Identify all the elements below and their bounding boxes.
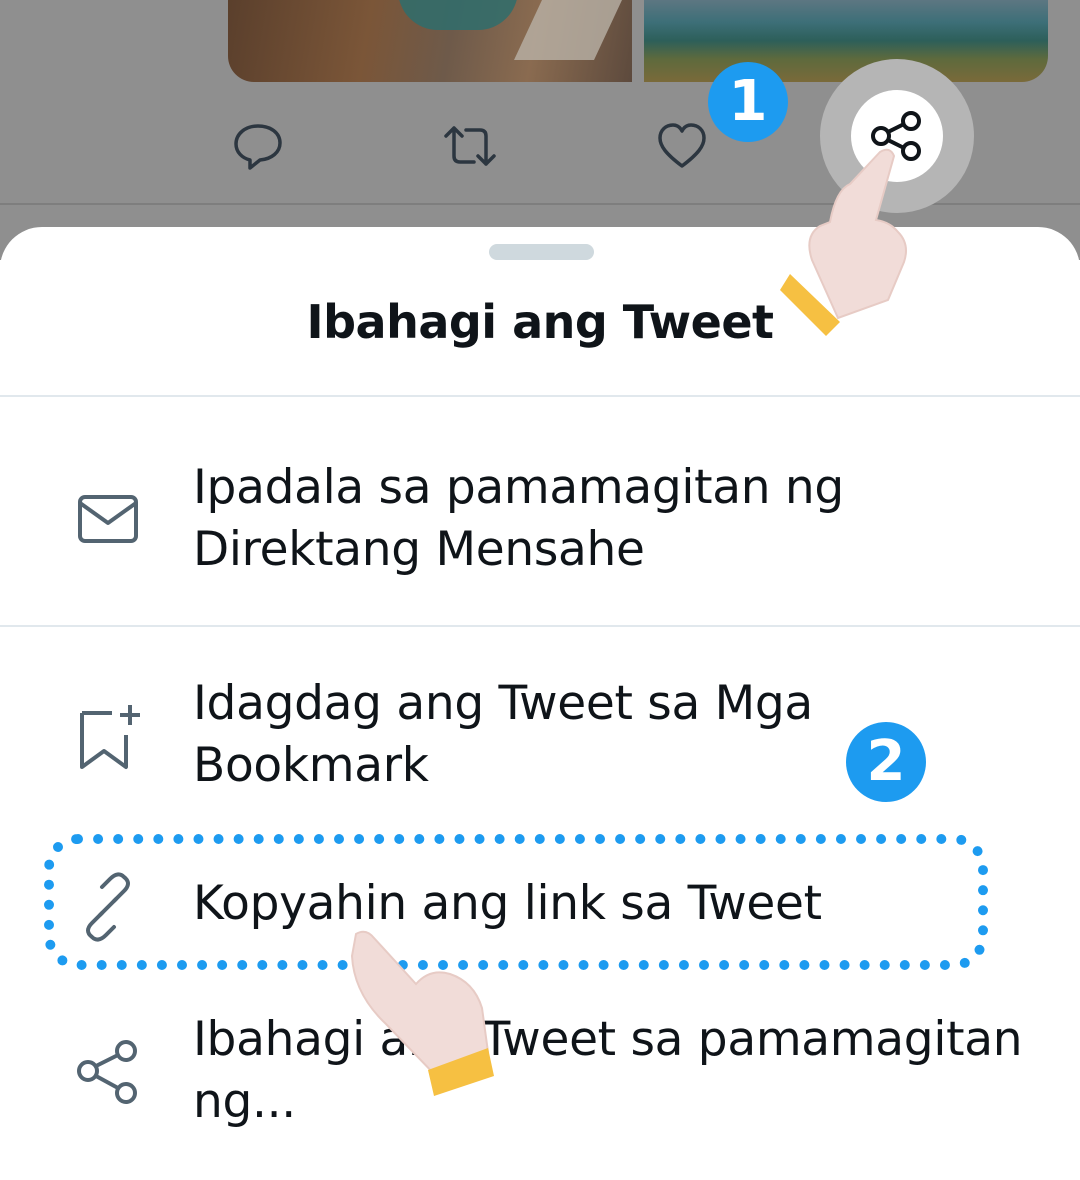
share-sheet: Ibahagi ang Tweet Ipadala sa pamamagitan…: [0, 227, 1080, 1180]
menu-item-label: Idagdag ang Tweet sa Mga Bookmark: [193, 676, 813, 793]
retweet-button[interactable]: [442, 118, 498, 174]
like-button[interactable]: [654, 118, 710, 174]
reply-button[interactable]: [230, 118, 286, 174]
sheet-divider: [0, 625, 1080, 627]
envelope-icon: [72, 483, 144, 555]
bookmark-add-icon: [72, 701, 144, 773]
tweet-photo-mountain[interactable]: [228, 0, 632, 82]
reply-icon: [234, 124, 282, 170]
step-2-badge: 2: [846, 722, 926, 802]
sheet-drag-handle[interactable]: [489, 244, 594, 260]
menu-item-label: Ipadala sa pamamagitan ng Direktang Mens…: [193, 460, 844, 577]
tweet-photo-lake[interactable]: [644, 0, 1048, 82]
step-1-badge: 1: [708, 62, 788, 142]
share-icon: [72, 1037, 144, 1109]
pointing-hand-icon: [780, 148, 907, 336]
pointing-hand-icon: [350, 930, 494, 1096]
retweet-icon: [444, 126, 496, 166]
menu-item-label: Ibahagi ang Tweet sa pamamagitan ng...: [193, 1012, 1023, 1129]
heart-icon: [658, 123, 706, 168]
copy-link-highlight: [44, 834, 988, 970]
sheet-divider: [0, 395, 1080, 397]
